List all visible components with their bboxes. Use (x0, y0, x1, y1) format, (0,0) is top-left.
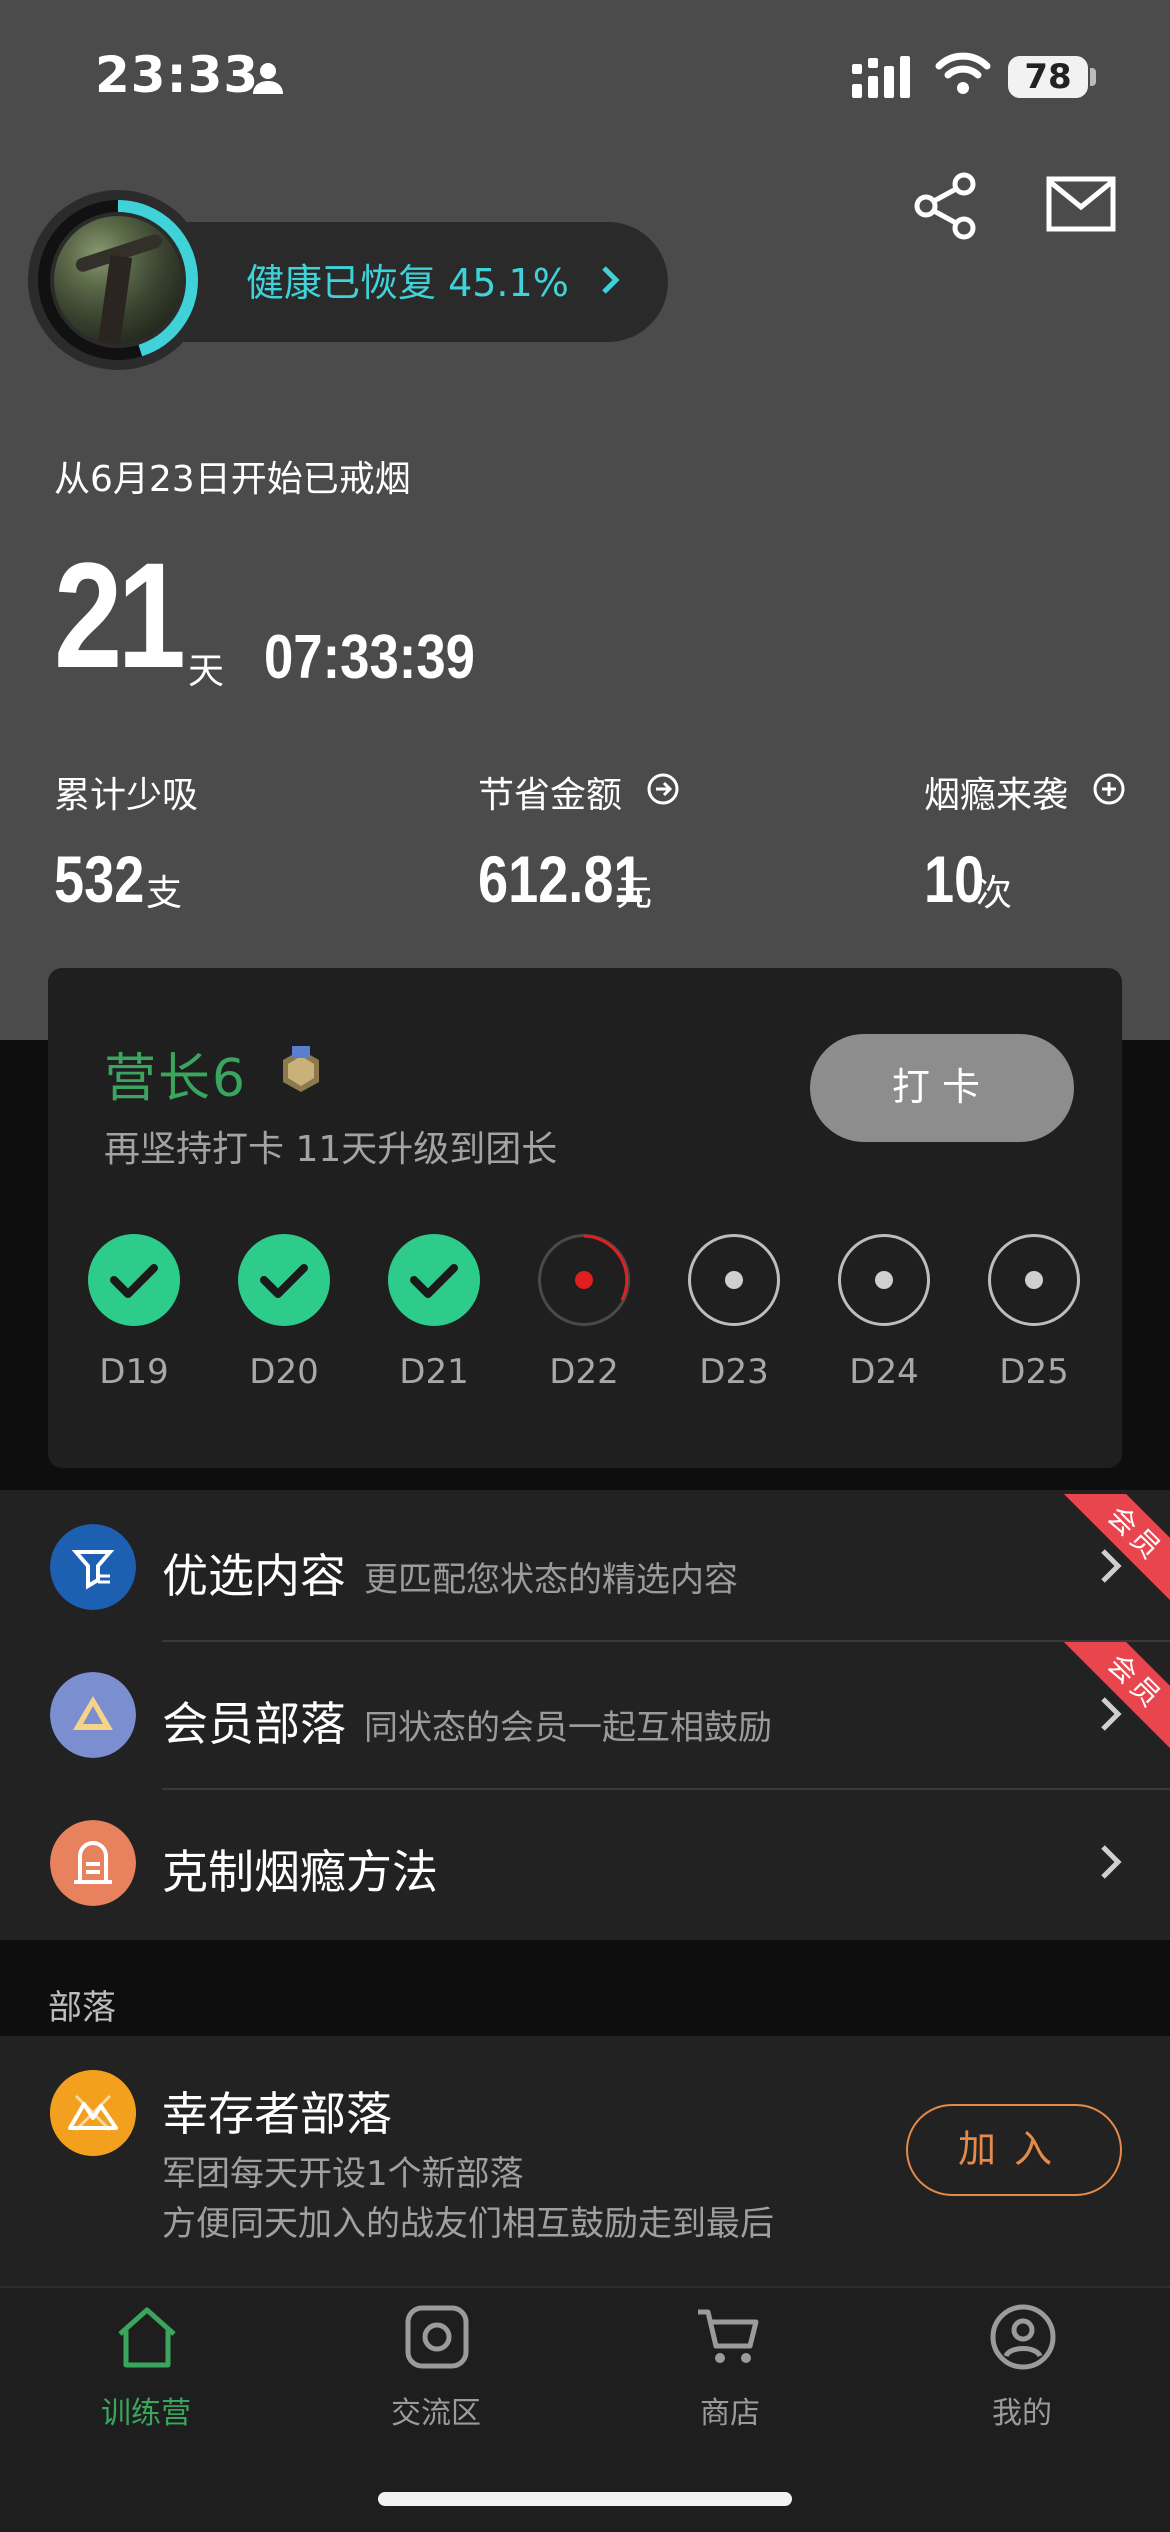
check-icon (410, 1264, 458, 1298)
menu-subtitle: 同状态的会员一起互相鼓励 (364, 1708, 772, 1748)
day-d21-status (388, 1234, 480, 1326)
day-label: D21 (399, 1352, 469, 1392)
rank-title: 营长6 (104, 1049, 248, 1109)
day-progress-arc (583, 1234, 629, 1301)
profile-icon[interactable] (988, 2302, 1058, 2372)
plus-circle-icon[interactable] (1092, 772, 1126, 806)
menu-title: 优选内容 (162, 1549, 346, 1603)
checkin-button[interactable]: 打卡 (810, 1034, 1074, 1142)
tribe-desc-line1: 军团每天开设1个新部落 (162, 2154, 524, 2194)
tab-mine[interactable]: 我的 (922, 2388, 1122, 2432)
status-dot (875, 1271, 893, 1289)
check-icon (110, 1264, 158, 1298)
day-d25-status (988, 1234, 1080, 1326)
chevron-right-icon (1101, 1549, 1122, 1583)
join-button[interactable]: 加入 (906, 2104, 1122, 2196)
mail-icon[interactable] (1046, 176, 1116, 232)
triangle-badge-icon (50, 1672, 136, 1758)
stat-unit-cigarettes: 支 (146, 873, 183, 914)
lighthouse-icon (50, 1820, 136, 1906)
section-title: 部落 (48, 1988, 116, 2028)
day-d20-status (238, 1234, 330, 1326)
stat-label-cravings[interactable]: 烟瘾来袭 (924, 766, 1068, 818)
tab-community[interactable]: 交流区 (336, 2388, 536, 2432)
battery-icon: 78 (1008, 56, 1088, 98)
chevron-right-icon (1101, 1697, 1122, 1731)
stat-unit-money: 元 (616, 873, 653, 914)
share-icon[interactable] (912, 170, 982, 240)
wifi-icon (935, 52, 991, 94)
elapsed-timer: 07:33:39 (264, 623, 475, 692)
day-label: D23 (699, 1352, 769, 1392)
battery-tip (1090, 68, 1096, 86)
tab-shop[interactable]: 商店 (630, 2388, 830, 2432)
person-icon (253, 63, 283, 94)
stat-value-cigarettes: 532 (54, 842, 145, 916)
menu-item-member-tribe[interactable]: 会员部落 同状态的会员一起互相鼓励 会员 (0, 1642, 1170, 1788)
menu-title: 会员部落 (162, 1697, 346, 1751)
quit-since-text: 从6月23日开始已戒烟 (54, 459, 411, 500)
health-recovery-label: 健康已恢复 45.1% (246, 261, 569, 305)
day-d22-status (538, 1234, 630, 1326)
cart-icon[interactable] (694, 2302, 764, 2372)
menu-divider (162, 1788, 1170, 1790)
day-label: D20 (249, 1352, 319, 1392)
day-d19-status (88, 1234, 180, 1326)
menu-divider (162, 1640, 1170, 1642)
day-label: D19 (99, 1352, 169, 1392)
days-count: 21 (54, 531, 186, 699)
day-label: D24 (849, 1352, 919, 1392)
home-icon[interactable] (112, 2302, 182, 2372)
day-d24-status (838, 1234, 930, 1326)
avatar[interactable] (54, 216, 182, 344)
day-label: D22 (549, 1352, 619, 1392)
mountain-icon (50, 2070, 136, 2156)
check-icon (260, 1264, 308, 1298)
arrow-right-circle-icon[interactable] (646, 772, 680, 806)
status-dot (1025, 1271, 1043, 1289)
camera-square-icon[interactable] (402, 2302, 472, 2372)
menu-item-craving-methods[interactable]: 克制烟瘾方法 (0, 1790, 1170, 1936)
status-dot (725, 1271, 743, 1289)
medal-icon (283, 1046, 319, 1092)
rank-subtitle: 再坚持打卡 11天升级到团长 (104, 1129, 558, 1170)
chevron-right-icon (602, 266, 620, 294)
signal-icon (852, 56, 910, 98)
days-unit: 天 (188, 651, 225, 692)
status-time: 23:33 (95, 46, 260, 104)
stat-label-cigarettes: 累计少吸 (54, 775, 199, 816)
filter-list-icon (50, 1524, 136, 1610)
day-d23-status (688, 1234, 780, 1326)
menu-item-featured[interactable]: 优选内容 更匹配您状态的精选内容 会员 (0, 1494, 1170, 1640)
tab-training-camp[interactable]: 训练营 (46, 2388, 246, 2432)
day-label: D25 (999, 1352, 1069, 1392)
stat-label-money[interactable]: 节省金额 (478, 766, 622, 818)
tribe-desc-line2: 方便同天加入的战友们相互鼓励走到最后 (162, 2204, 774, 2244)
stat-unit-cravings: 次 (976, 873, 1013, 914)
menu-title: 克制烟瘾方法 (162, 1845, 438, 1899)
menu-subtitle: 更匹配您状态的精选内容 (364, 1560, 738, 1600)
home-indicator[interactable] (378, 2492, 792, 2506)
tribe-title: 幸存者部落 (162, 2087, 392, 2141)
chevron-right-icon (1101, 1845, 1122, 1879)
